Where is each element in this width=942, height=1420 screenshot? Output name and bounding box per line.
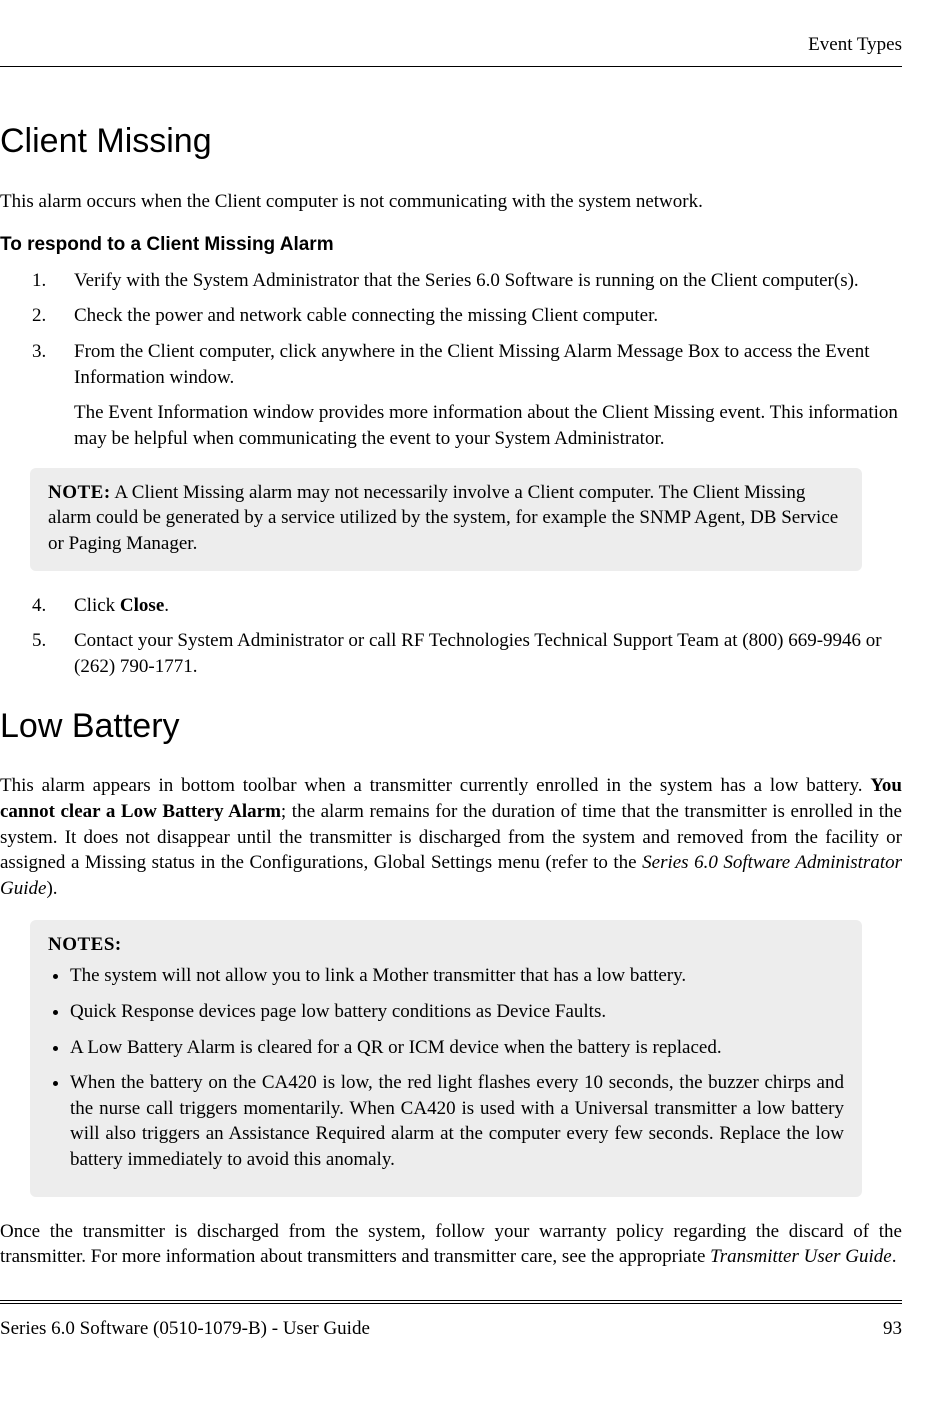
steps-list-b: 4. Click Close. 5. Contact your System A… — [0, 593, 902, 680]
step-subtext: The Event Information window provides mo… — [74, 400, 902, 451]
step-5: 5. Contact your System Administrator or … — [74, 628, 902, 679]
note-item: The system will not allow you to link a … — [70, 963, 844, 989]
header-rule — [0, 66, 902, 67]
step-2: 2. Check the power and network cable con… — [74, 303, 902, 329]
step-4: 4. Click Close. — [74, 593, 902, 619]
section-title-low-battery: Low Battery — [0, 704, 902, 750]
page-footer: Series 6.0 Software (0510-1079-B) - User… — [0, 1314, 902, 1342]
notes-label: NOTES: — [48, 932, 844, 958]
step-text: Check the power and network cable connec… — [74, 305, 658, 326]
step-text: Click Close. — [74, 595, 169, 616]
low-battery-intro: This alarm appears in bottom toolbar whe… — [0, 773, 902, 901]
footer-page-number: 93 — [883, 1316, 902, 1342]
procedure-title: To respond to a Client Missing Alarm — [0, 232, 902, 258]
step-1: 1. Verify with the System Administrator … — [74, 268, 902, 294]
step-text: From the Client computer, click anywhere… — [74, 341, 870, 388]
low-battery-closing: Once the transmitter is discharged from … — [0, 1219, 902, 1270]
step-number: 1. — [32, 268, 46, 294]
note-body: A Client Missing alarm may not necessari… — [48, 482, 838, 554]
step-number: 5. — [32, 628, 46, 654]
notes-list: The system will not allow you to link a … — [48, 963, 844, 1172]
step-text: Verify with the System Administrator tha… — [74, 270, 859, 291]
running-header: Event Types — [0, 32, 902, 58]
steps-list-a: 1. Verify with the System Administrator … — [0, 268, 902, 452]
footer-rule-top — [0, 1300, 902, 1301]
note-item: Quick Response devices page low battery … — [70, 999, 844, 1025]
footer-rule-bottom — [0, 1303, 902, 1304]
client-missing-intro: This alarm occurs when the Client comput… — [0, 189, 902, 215]
step-number: 4. — [32, 593, 46, 619]
section-title-client-missing: Client Missing — [0, 119, 902, 165]
step-number: 2. — [32, 303, 46, 329]
note-box-client-missing: NOTE: A Client Missing alarm may not nec… — [30, 468, 862, 571]
note-label: NOTE: — [48, 482, 111, 503]
step-text: Contact your System Administrator or cal… — [74, 630, 882, 677]
note-item: A Low Battery Alarm is cleared for a QR … — [70, 1035, 844, 1061]
step-number: 3. — [32, 339, 46, 365]
note-item: When the battery on the CA420 is low, th… — [70, 1070, 844, 1173]
notes-box-low-battery: NOTES: The system will not allow you to … — [30, 920, 862, 1197]
footer-left: Series 6.0 Software (0510-1079-B) - User… — [0, 1316, 370, 1342]
step-3: 3. From the Client computer, click anywh… — [74, 339, 902, 452]
